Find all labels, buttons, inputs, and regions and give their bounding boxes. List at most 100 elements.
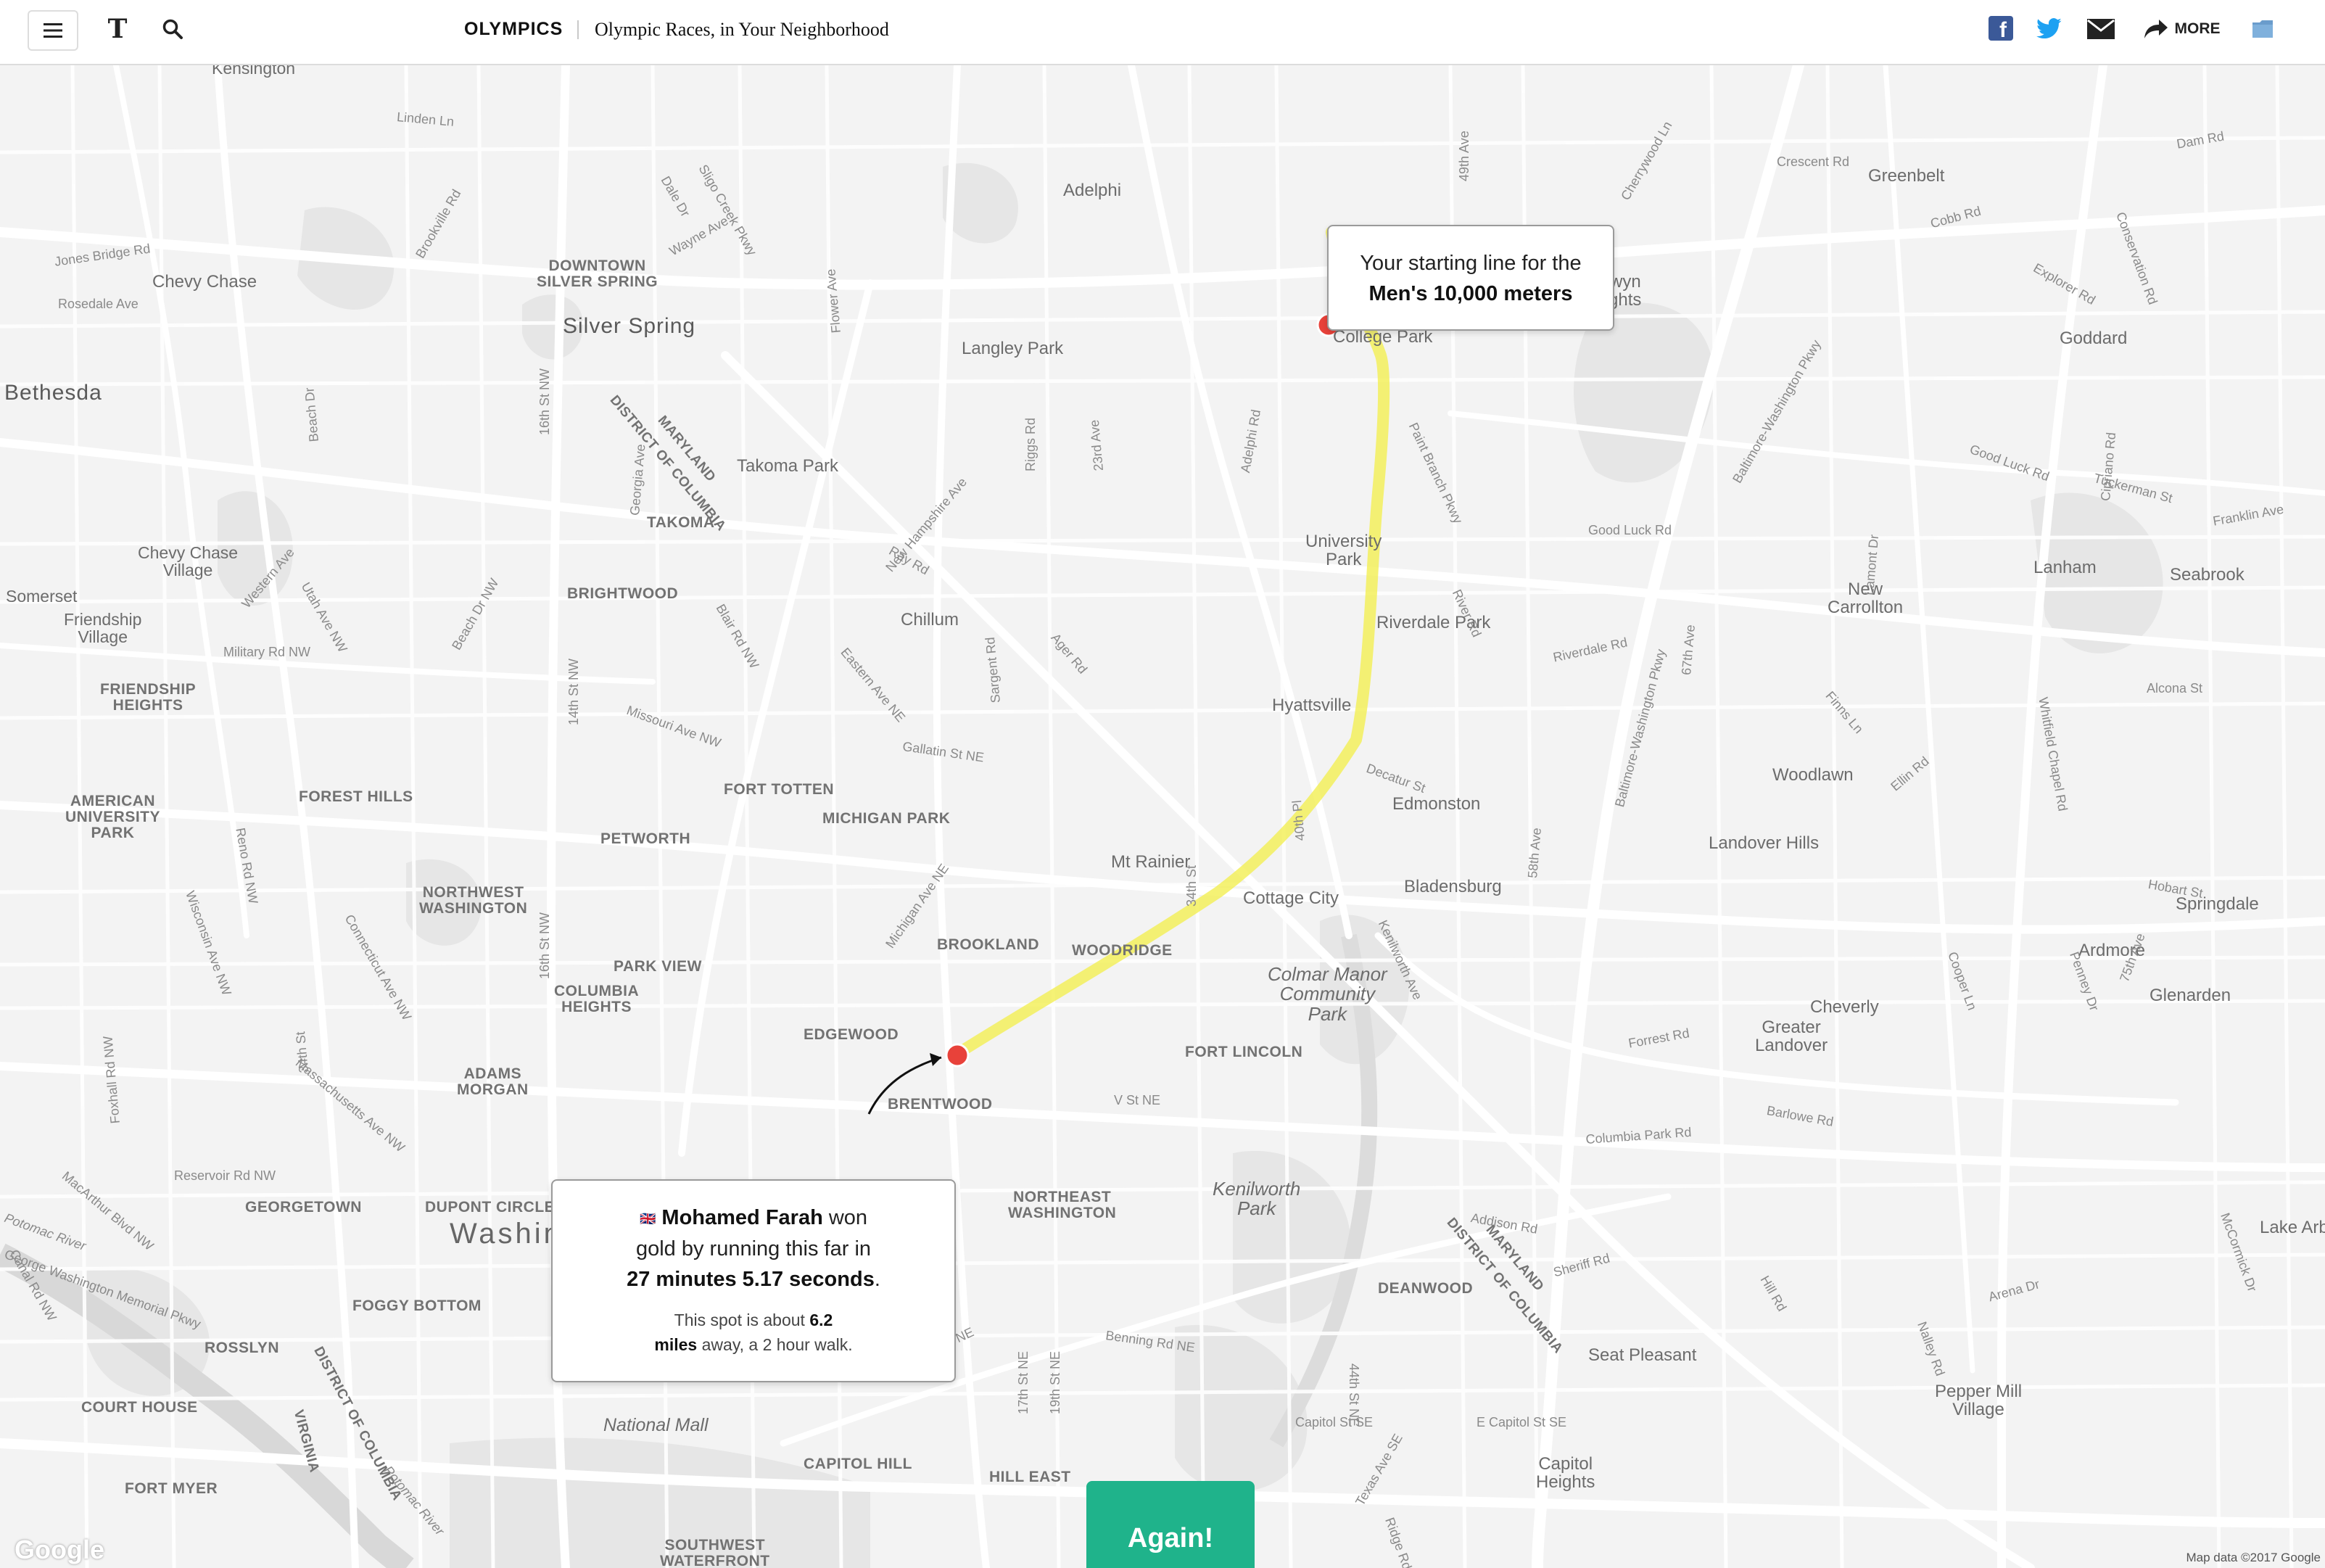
page-title: Olympic Races, in Your Neighborhood — [595, 19, 889, 40]
place-label: Chillum — [901, 610, 959, 630]
street-label: Reservoir Rd NW — [174, 1168, 276, 1183]
nyt-logo[interactable]: T — [102, 13, 133, 45]
place-label: Landover Hills — [1709, 833, 1820, 853]
place-label: Edmonston — [1392, 794, 1481, 814]
place-label: University Park — [1305, 532, 1382, 570]
street-label: Good Luck Rd — [1588, 523, 1672, 537]
street-label: E Capitol St SE — [1477, 1415, 1567, 1429]
place-label: Pepper Mill Village — [1935, 1382, 2023, 1420]
place-label: ROSSLYN — [205, 1340, 280, 1356]
finish-marker — [945, 1043, 970, 1068]
header-divider — [577, 20, 579, 39]
email-share-button[interactable] — [2086, 16, 2116, 42]
search-button[interactable] — [157, 13, 189, 45]
place-label: WOODRIDGE — [1072, 942, 1173, 959]
place-label: Hyattsville — [1272, 696, 1352, 715]
place-label: Goddard — [2060, 329, 2128, 348]
twitter-icon — [2036, 18, 2062, 39]
facebook-icon: f — [1999, 18, 2007, 42]
place-label: NORTHEAST WASHINGTON — [1008, 1189, 1117, 1222]
place-label: PARK VIEW — [614, 958, 702, 975]
street-label: 34th St — [1184, 865, 1199, 907]
distance-text: away, a 2 hour walk. — [697, 1335, 853, 1355]
place-label: NORTHWEST WASHINGTON — [419, 884, 528, 917]
distance-note: This spot is about 6.2 miles away, a 2 h… — [553, 1308, 954, 1357]
distance-value: 6.2 — [809, 1311, 833, 1330]
place-label: Seat Pleasant — [1588, 1345, 1697, 1365]
street-label: Military Rd NW — [223, 645, 310, 659]
google-logo[interactable]: Google — [15, 1535, 104, 1565]
place-label: Lanham — [2033, 558, 2097, 577]
place-label: HILL EAST — [989, 1469, 1071, 1485]
finish-callout: 🇬🇧 Mohamed Farah won gold by running thi… — [551, 1179, 956, 1382]
search-icon — [162, 19, 183, 39]
place-label: GEORGETOWN — [245, 1199, 362, 1216]
start-callout: Your starting line for the Men's 10,000 … — [1327, 225, 1614, 331]
place-label: Bladensburg — [1404, 877, 1502, 896]
menu-button[interactable] — [28, 10, 78, 51]
place-label: Greater Landover — [1755, 1018, 1828, 1056]
place-label: Friendship Village — [64, 610, 142, 647]
finish-period: . — [874, 1268, 880, 1292]
finish-text: gold by running this far in — [635, 1237, 872, 1261]
place-label: DOWNTOWN SILVER SPRING — [537, 257, 658, 291]
place-label: CAPITOL HILL — [804, 1456, 912, 1472]
place-label: FORT MYER — [125, 1480, 218, 1497]
section-label[interactable]: OLYMPICS — [464, 19, 563, 40]
place-label: Capitol Heights — [1536, 1454, 1595, 1493]
place-label: Chevy Chase — [152, 272, 257, 292]
place-label: FOREST HILLS — [299, 788, 413, 805]
map-attribution[interactable]: Map data ©2017 Google — [2186, 1551, 2321, 1565]
place-label: ADAMS MORGAN — [457, 1065, 529, 1099]
twitter-share-button[interactable] — [2035, 16, 2064, 42]
place-label: Kenilworth Park — [1213, 1178, 1301, 1220]
place-label: Woodlawn — [1772, 765, 1854, 785]
place-label: BRIGHTWOOD — [567, 585, 679, 602]
place-label: Cheverly — [1810, 997, 1879, 1017]
place-label: Lake Arbor — [2260, 1218, 2325, 1237]
again-button[interactable]: Again! — [1086, 1481, 1255, 1568]
place-label: MICHIGAN PARK — [822, 810, 951, 827]
place-label: Somerset — [6, 587, 78, 606]
place-label: Mt Rainier — [1111, 852, 1191, 872]
distance-unit: miles — [654, 1335, 698, 1355]
finish-time: 27 minutes 5.17 seconds — [627, 1268, 875, 1292]
facebook-share-button[interactable]: f — [1989, 16, 2013, 42]
email-icon — [2087, 19, 2115, 39]
place-label: FORT LINCOLN — [1185, 1044, 1303, 1060]
gb-flag-icon: 🇬🇧 — [639, 1211, 656, 1226]
place-label: COLUMBIA HEIGHTS — [554, 983, 640, 1016]
place-label: EDGEWOOD — [804, 1026, 899, 1043]
street-label: Capitol St SE — [1295, 1415, 1374, 1429]
place-label: Kensington — [212, 65, 296, 78]
more-share-button[interactable]: MORE — [2138, 16, 2225, 42]
street-label: Alcona St — [2147, 681, 2203, 696]
place-label: Langley Park — [962, 339, 1064, 358]
place-label: Adelphi — [1063, 181, 1122, 200]
place-label: Silver Spring — [563, 314, 696, 338]
street-label: Crescent Rd — [1777, 154, 1850, 169]
place-label: FOGGY BOTTOM — [352, 1297, 482, 1314]
place-label: DEANWOOD — [1378, 1280, 1474, 1297]
place-label: Cottage City — [1243, 888, 1339, 908]
street-label: Riggs Rd — [1023, 417, 1038, 471]
athlete-name: Mohamed Farah — [661, 1206, 823, 1229]
site-header: T OLYMPICS Olympic Races, in Your Neighb… — [0, 0, 2325, 65]
save-button[interactable] — [2248, 16, 2277, 42]
save-icon — [2252, 20, 2273, 38]
place-label: Colmar Manor Community Park — [1268, 963, 1387, 1025]
place-label: AMERICAN UNIVERSITY PARK — [65, 793, 161, 842]
map-canvas[interactable]: Kensington Linden Ln Jones Bridge Rd Che… — [0, 65, 2325, 1568]
place-label: BROOKLAND — [937, 936, 1039, 953]
place-label: SOUTHWEST WATERFRONT — [660, 1537, 770, 1568]
share-arrow-icon — [2144, 20, 2168, 38]
street-label: 14th St NW — [566, 658, 581, 725]
place-label: Greenbelt — [1868, 166, 1945, 186]
start-callout-text: Your starting line for the — [1360, 252, 1582, 275]
place-label: DUPONT CIRCLE — [425, 1199, 556, 1216]
distance-text: This spot is about — [674, 1311, 810, 1330]
place-label: FRIENDSHIP HEIGHTS — [100, 681, 197, 714]
street-label: 49th Ave — [1457, 131, 1471, 181]
more-label: MORE — [2174, 20, 2221, 37]
finish-text: won — [822, 1206, 868, 1229]
